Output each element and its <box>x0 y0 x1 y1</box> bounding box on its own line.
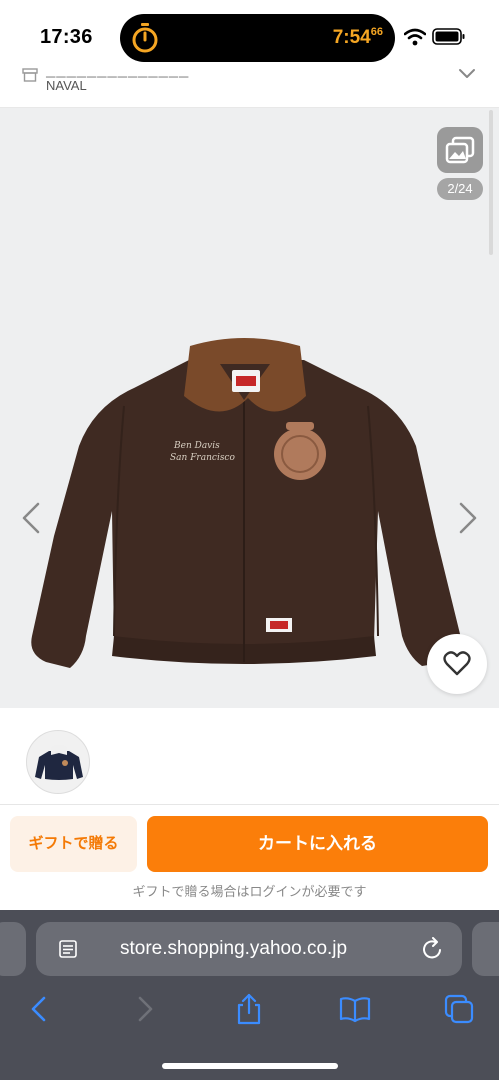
svg-text:Ben Davis: Ben Davis <box>173 441 220 451</box>
battery-icon <box>432 28 465 45</box>
chevron-down-icon[interactable] <box>458 68 476 80</box>
store-header[interactable]: ▁▁▁▁▁▁▁▁▁▁▁▁▁▁ NAVAL <box>0 62 499 108</box>
store-icon <box>22 68 38 82</box>
favorite-button[interactable] <box>427 634 487 694</box>
tabs-icon[interactable] <box>442 992 476 1026</box>
thumbnail-item[interactable] <box>26 730 90 794</box>
bookmarks-icon[interactable] <box>338 992 372 1026</box>
gift-button[interactable]: ギフトで贈る <box>10 816 137 872</box>
url-text[interactable]: store.shopping.yahoo.co.jp <box>120 938 347 960</box>
forward-icon[interactable] <box>128 992 162 1026</box>
image-counter: 2/24 <box>437 178 483 200</box>
share-icon[interactable] <box>232 992 266 1026</box>
chevron-left-icon[interactable] <box>18 500 44 536</box>
timer-icon <box>132 23 158 53</box>
address-bar[interactable]: store.shopping.yahoo.co.jp <box>36 922 462 976</box>
product-image[interactable]: Ben Davis San Francisco <box>0 108 499 708</box>
back-icon[interactable] <box>22 992 56 1026</box>
status-bar: 17:36 7:5466 <box>0 0 499 70</box>
adjacent-tab-left[interactable] <box>0 922 26 976</box>
chevron-right-icon[interactable] <box>455 500 481 536</box>
gallery-button[interactable] <box>437 127 483 173</box>
page-scrollbar[interactable] <box>489 110 493 255</box>
reader-icon[interactable] <box>58 939 78 959</box>
timer-value: 7:5466 <box>332 26 383 48</box>
add-to-cart-button[interactable]: カートに入れる <box>147 816 488 872</box>
reload-icon[interactable] <box>422 937 444 961</box>
heart-icon <box>443 651 471 676</box>
browser-toolbar: store.shopping.yahoo.co.jp <box>0 910 499 1080</box>
status-time: 17:36 <box>40 26 93 48</box>
store-name[interactable]: NAVAL <box>46 78 87 93</box>
thumbnail-image <box>35 745 83 780</box>
gift-login-note: ギフトで贈る場合はログインが必要です <box>132 884 367 899</box>
svg-text:San Francisco: San Francisco <box>170 453 235 463</box>
adjacent-tab-right[interactable] <box>472 922 499 976</box>
cart-action-bar: ギフトで贈る カートに入れる ギフトで贈る場合はログインが必要です <box>0 804 499 910</box>
thumbnail-row <box>0 708 499 804</box>
wifi-icon <box>404 28 426 46</box>
dynamic-island[interactable]: 7:5466 <box>120 14 395 62</box>
store-name-cut: ▁▁▁▁▁▁▁▁▁▁▁▁▁▁ <box>46 64 190 78</box>
jacket-image: Ben Davis San Francisco <box>31 338 462 668</box>
home-indicator[interactable] <box>162 1063 338 1069</box>
gallery-icon <box>445 136 475 164</box>
